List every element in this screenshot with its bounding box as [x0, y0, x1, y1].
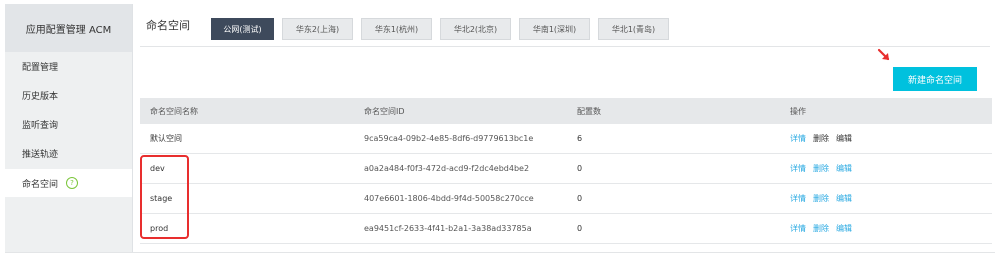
row-actions: 详情 删除 编辑 — [790, 124, 859, 153]
row-actions: 详情 删除 编辑 — [790, 154, 859, 183]
delete-link[interactable]: 删除 — [813, 223, 829, 234]
tab-public-test[interactable]: 公网(测试) — [211, 18, 274, 40]
tab-east-china-2[interactable]: 华东2(上海) — [282, 18, 353, 40]
sidebar-item-label: 配置管理 — [22, 62, 59, 73]
row-actions: 详情 删除 编辑 — [790, 214, 859, 243]
sidebar-item-label: 命名空间 — [22, 179, 59, 190]
column-header-id: 命名空间ID — [364, 106, 405, 116]
sidebar-item-config-management[interactable]: 配置管理 — [5, 52, 132, 80]
details-link[interactable]: 详情 — [790, 163, 806, 174]
tab-north-china-1[interactable]: 华北1(青岛) — [598, 18, 669, 40]
config-count: 6 — [577, 134, 583, 143]
edit-link[interactable]: 编辑 — [836, 193, 852, 204]
namespace-id: ea9451cf-2633-4f41-b2a1-3a38ad33785a — [364, 224, 532, 233]
delete-link[interactable]: 删除 — [813, 163, 829, 174]
table-row: stage 407e6601-1806-4bdd-9f4d-50058c270c… — [140, 184, 992, 214]
details-link[interactable]: 详情 — [790, 193, 806, 204]
edit-link[interactable]: 编辑 — [836, 133, 852, 144]
namespace-name: 默认空间 — [150, 134, 182, 143]
namespace-id: 9ca59ca4-09b2-4e85-8df6-d9779613bc1e — [364, 134, 534, 143]
sidebar-item-listener-query[interactable]: 监听查询 — [5, 110, 132, 138]
sidebar-item-namespace[interactable]: 命名空间 ? — [5, 169, 132, 197]
tab-east-china-1[interactable]: 华东1(杭州) — [361, 18, 432, 40]
delete-link[interactable]: 删除 — [813, 133, 829, 144]
delete-link[interactable]: 删除 — [813, 193, 829, 204]
tab-south-china-1[interactable]: 华南1(深圳) — [519, 18, 590, 40]
new-namespace-button[interactable]: 新建命名空间 — [893, 67, 977, 91]
namespace-id: 407e6601-1806-4bdd-9f4d-50058c270cce — [364, 194, 534, 203]
sidebar-item-history-version[interactable]: 历史版本 — [5, 81, 132, 109]
sidebar: 应用配置管理 ACM 配置管理 历史版本 监听查询 推送轨迹 命名空间 ? — [5, 4, 132, 252]
region-tabs: 公网(测试) 华东2(上海) 华东1(杭州) 华北2(北京) 华南1(深圳) 华… — [211, 18, 677, 40]
page-title: 命名空间 — [146, 19, 190, 32]
column-header-name: 命名空间名称 — [150, 106, 198, 116]
sidebar-item-label: 监听查询 — [22, 120, 59, 131]
edit-link[interactable]: 编辑 — [836, 223, 852, 234]
sidebar-item-push-trace[interactable]: 推送轨迹 — [5, 139, 132, 167]
config-count: 0 — [577, 224, 583, 233]
config-count: 0 — [577, 194, 583, 203]
tab-north-china-2[interactable]: 华北2(北京) — [440, 18, 511, 40]
details-link[interactable]: 详情 — [790, 133, 806, 144]
header-divider — [140, 46, 990, 47]
sidebar-item-label: 推送轨迹 — [22, 149, 59, 160]
bottom-divider — [5, 252, 995, 253]
column-header-actions: 操作 — [790, 106, 806, 116]
sidebar-divider — [132, 4, 133, 252]
details-link[interactable]: 详情 — [790, 223, 806, 234]
row-actions: 详情 删除 编辑 — [790, 184, 859, 213]
sidebar-title: 应用配置管理 ACM — [5, 4, 132, 52]
table-header: 命名空间名称 命名空间ID 配置数 操作 — [140, 98, 992, 124]
table-row: 默认空间 9ca59ca4-09b2-4e85-8df6-d9779613bc1… — [140, 124, 992, 154]
namespace-table: 命名空间名称 命名空间ID 配置数 操作 默认空间 9ca59ca4-09b2-… — [140, 98, 992, 244]
sidebar-item-label: 历史版本 — [22, 91, 59, 102]
annotation-highlight-box — [140, 155, 189, 239]
namespace-id: a0a2a484-f0f3-472d-acd9-f2dc4ebd4be2 — [364, 164, 530, 173]
help-icon[interactable]: ? — [66, 177, 79, 189]
config-count: 0 — [577, 164, 583, 173]
column-header-count: 配置数 — [577, 106, 601, 116]
edit-link[interactable]: 编辑 — [836, 163, 852, 174]
table-row: dev a0a2a484-f0f3-472d-acd9-f2dc4ebd4be2… — [140, 154, 992, 184]
table-row: prod ea9451cf-2633-4f41-b2a1-3a38ad33785… — [140, 214, 992, 244]
red-arrow-icon — [877, 48, 890, 61]
